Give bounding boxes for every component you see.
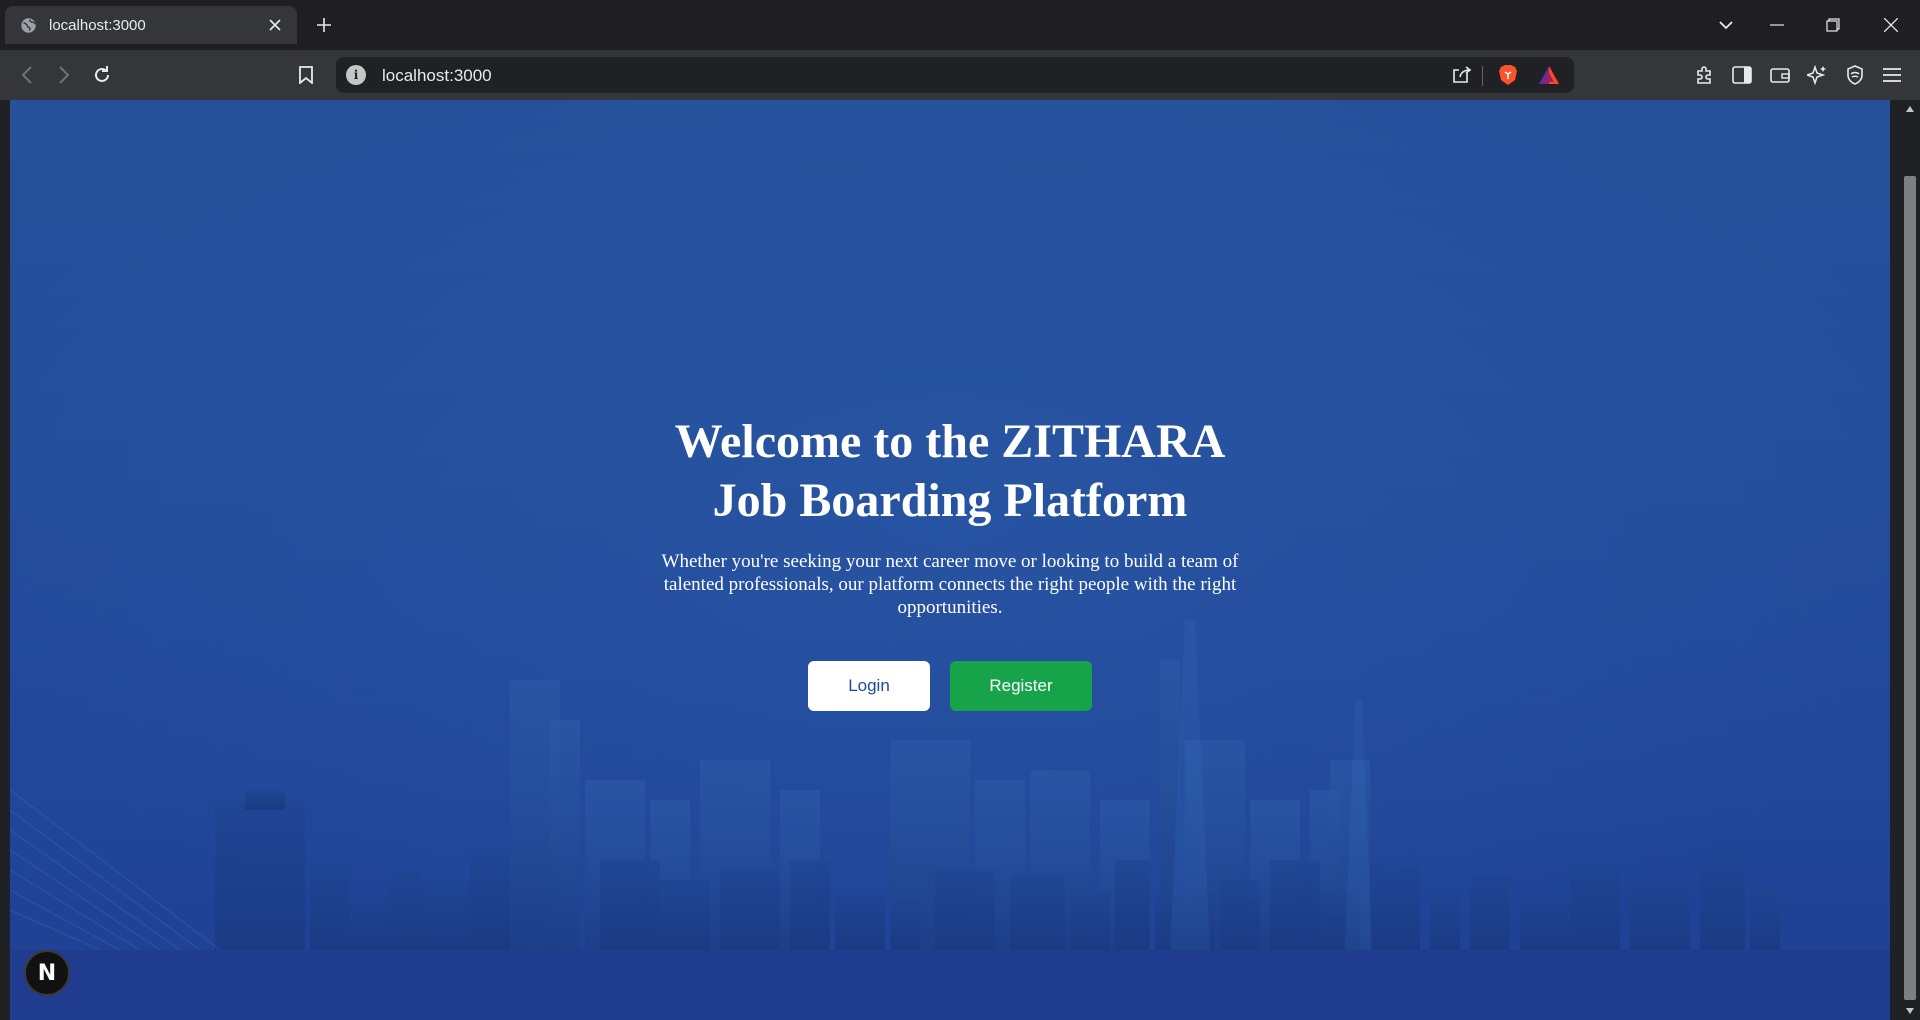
page-footer-band xyxy=(10,950,1890,1020)
restore-icon[interactable] xyxy=(1819,11,1847,39)
address-bar[interactable]: i localhost:3000 xyxy=(336,57,1574,93)
site-info-icon[interactable]: i xyxy=(346,65,366,85)
leo-ai-icon[interactable] xyxy=(1805,63,1829,87)
page-scrollbar[interactable] xyxy=(1900,100,1920,1020)
url-text[interactable]: localhost:3000 xyxy=(382,66,492,86)
nextjs-dev-badge[interactable]: N xyxy=(24,950,70,996)
login-button[interactable]: Login xyxy=(808,661,930,711)
scrollbar-thumb[interactable] xyxy=(1904,176,1916,1000)
hero-title-line1: Welcome to the ZITHARA xyxy=(674,415,1226,468)
new-tab-button[interactable] xyxy=(312,13,336,37)
back-arrow-icon[interactable] xyxy=(15,63,39,87)
scroll-down-arrow-icon[interactable] xyxy=(1905,1006,1915,1016)
globe-icon xyxy=(19,16,37,34)
hero-description: Whether you're seeking your next career … xyxy=(661,551,1239,618)
close-window-icon[interactable] xyxy=(1877,11,1905,39)
hero-buttons: Login Register xyxy=(10,661,1890,711)
minimize-icon[interactable] xyxy=(1763,11,1791,39)
share-icon[interactable] xyxy=(1450,63,1474,87)
reload-icon[interactable] xyxy=(90,63,114,87)
landing-page: Welcome to the ZITHARA Job Boarding Plat… xyxy=(10,100,1890,1020)
wallet-icon[interactable] xyxy=(1768,63,1792,87)
vpn-icon[interactable] xyxy=(1843,63,1867,87)
scroll-up-arrow-icon[interactable] xyxy=(1905,104,1915,114)
browser-tab[interactable]: localhost:3000 xyxy=(5,6,297,44)
omnibox-divider xyxy=(1482,66,1483,86)
page-viewport: Welcome to the ZITHARA Job Boarding Plat… xyxy=(0,100,1920,1020)
extensions-icon[interactable] xyxy=(1692,63,1716,87)
register-button[interactable]: Register xyxy=(950,661,1092,711)
tab-close-icon[interactable] xyxy=(265,15,285,35)
menu-icon[interactable] xyxy=(1880,63,1904,87)
tab-strip: localhost:3000 xyxy=(0,0,1920,50)
bookmark-icon[interactable] xyxy=(294,63,318,87)
hero-section: Welcome to the ZITHARA Job Boarding Plat… xyxy=(10,412,1890,711)
sidebar-icon[interactable] xyxy=(1730,63,1754,87)
forward-arrow-icon[interactable] xyxy=(52,63,76,87)
tab-title: localhost:3000 xyxy=(49,16,146,34)
brave-rewards-icon[interactable] xyxy=(1537,63,1561,87)
brave-shields-icon[interactable] xyxy=(1496,63,1520,87)
hero-title-line2: Job Boarding Platform xyxy=(712,474,1188,527)
tab-search-icon[interactable] xyxy=(1712,11,1740,39)
hero-title: Welcome to the ZITHARA Job Boarding Plat… xyxy=(630,412,1270,530)
nextjs-icon: N xyxy=(37,960,57,986)
